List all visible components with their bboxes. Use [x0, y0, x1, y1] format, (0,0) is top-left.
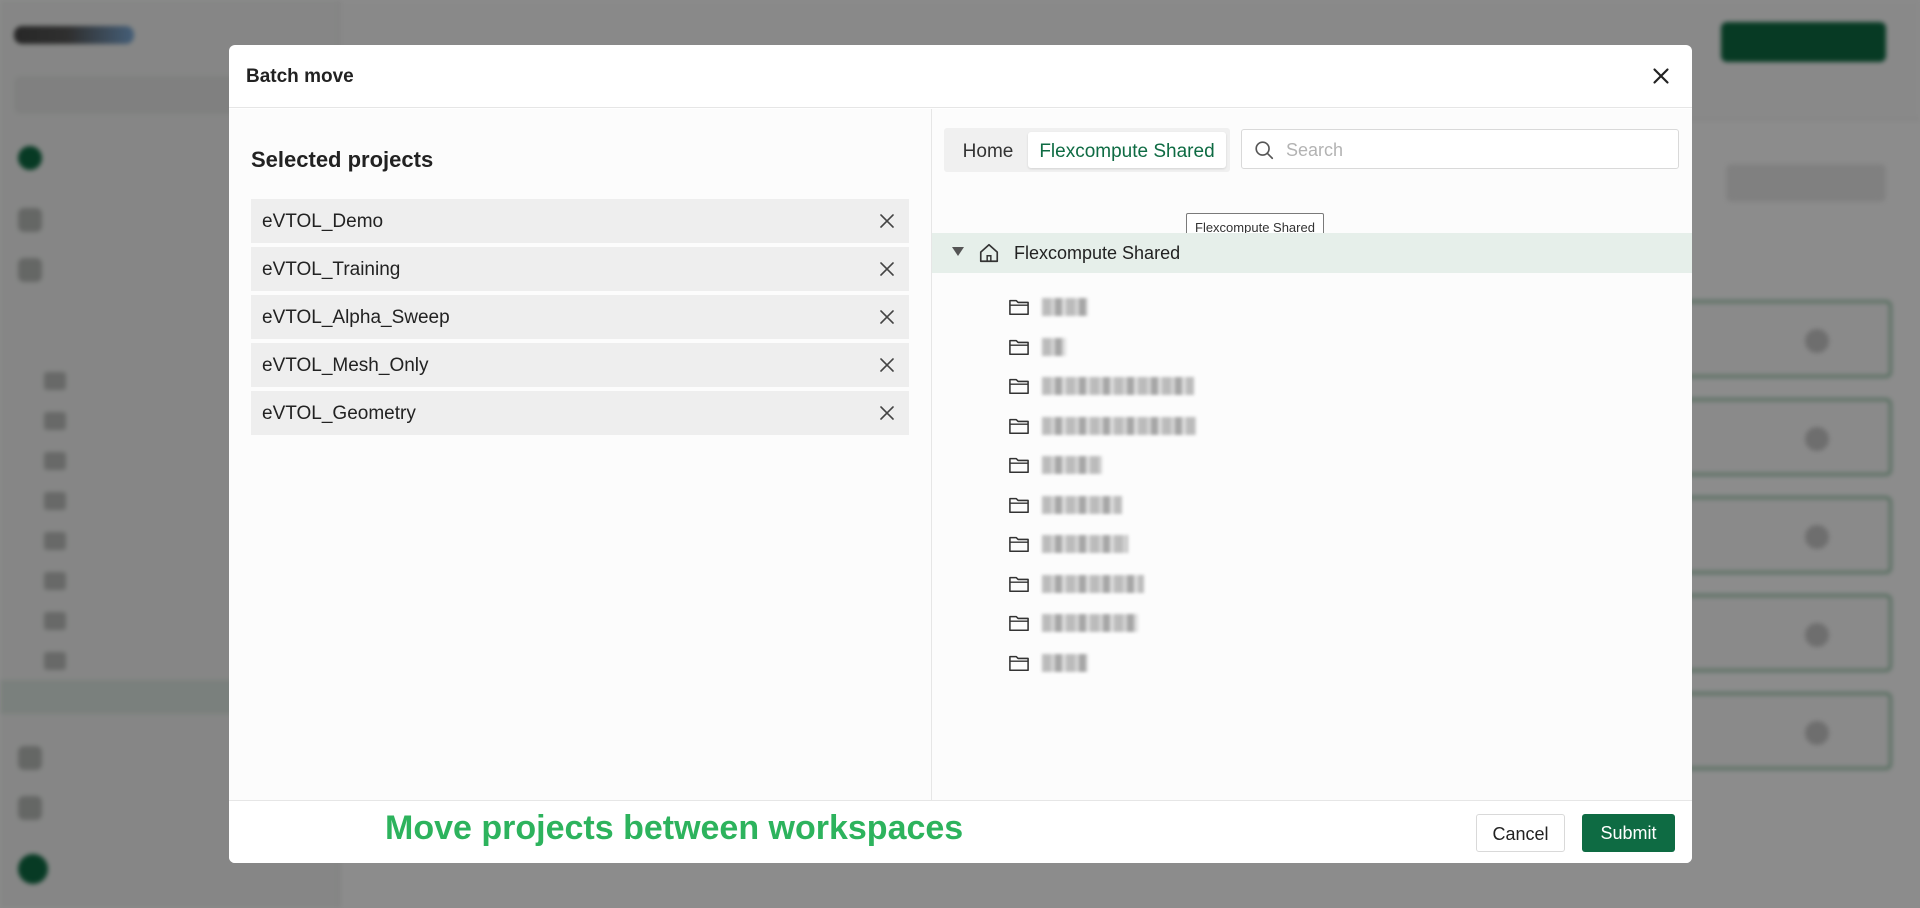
workspace-tabs: Home Flexcompute Shared [944, 128, 1230, 172]
selected-project-item: eVTOL_Geometry [251, 391, 909, 435]
selected-project-item: eVTOL_Alpha_Sweep [251, 295, 909, 339]
tree-folder-item[interactable] [1008, 570, 1328, 600]
tree-root-node[interactable]: Flexcompute Shared [932, 233, 1692, 273]
selected-project-item: eVTOL_Training [251, 247, 909, 291]
selected-project-item: eVTOL_Mesh_Only [251, 343, 909, 387]
tree-folder-item[interactable] [1008, 609, 1328, 639]
folder-icon [1009, 457, 1029, 474]
tree-folder-item[interactable] [1008, 530, 1328, 560]
selected-project-item: eVTOL_Demo [251, 199, 909, 243]
caret-down-icon[interactable] [952, 247, 964, 256]
remove-icon[interactable] [877, 259, 897, 279]
selected-projects-list: eVTOL_Demo eVTOL_Training eVTOL_Alpha_Sw… [251, 199, 909, 439]
tab-flexcompute-shared[interactable]: Flexcompute Shared [1028, 132, 1226, 168]
remove-icon[interactable] [877, 355, 897, 375]
tree-folder-item[interactable] [1008, 451, 1328, 481]
submit-button[interactable]: Submit [1582, 814, 1675, 852]
tree-folder-item[interactable] [1008, 649, 1328, 679]
tree-folder-item[interactable] [1008, 412, 1328, 442]
redacted-folder-name [1042, 574, 1144, 593]
redacted-folder-name [1042, 614, 1138, 632]
redacted-folder-name [1042, 495, 1122, 514]
close-icon[interactable] [1648, 63, 1674, 89]
dialog-header: Batch move [229, 45, 1692, 108]
tree-folder-item[interactable] [1008, 333, 1328, 363]
tree-root-label: Flexcompute Shared [1014, 243, 1181, 263]
home-icon [979, 243, 999, 263]
selected-projects-pane: Selected projects eVTOL_Demo eVTOL_Train… [229, 109, 932, 800]
project-name: eVTOL_Mesh_Only [262, 355, 429, 376]
tree-folder-item[interactable] [1008, 293, 1328, 323]
redacted-folder-name [1042, 298, 1088, 316]
folder-icon [1009, 576, 1029, 592]
project-name: eVTOL_Alpha_Sweep [262, 307, 450, 328]
cancel-button[interactable]: Cancel [1476, 814, 1565, 852]
redacted-folder-name [1042, 456, 1102, 474]
remove-icon[interactable] [877, 211, 897, 231]
remove-icon[interactable] [877, 403, 897, 423]
folder-icon [1009, 299, 1029, 316]
project-name: eVTOL_Training [262, 259, 401, 280]
tree-folder-item[interactable] [1008, 372, 1328, 402]
folder-icon [1009, 418, 1029, 434]
folder-icon [1009, 655, 1029, 671]
folder-icon [1009, 378, 1029, 395]
redacted-folder-name [1042, 377, 1194, 395]
folder-icon [1009, 615, 1029, 632]
redacted-folder-name [1042, 653, 1088, 672]
redacted-folder-name [1042, 337, 1066, 356]
folder-icon [1009, 536, 1029, 553]
redacted-folder-name [1042, 535, 1128, 553]
destination-pane: Home Flexcompute Shared Flexcompute Shar… [932, 109, 1692, 800]
caption-text: Move projects between workspaces [385, 809, 964, 847]
search-icon [1255, 141, 1274, 160]
folder-icon [1009, 497, 1029, 513]
folder-icon [1009, 339, 1029, 355]
selected-projects-heading: Selected projects [251, 147, 434, 172]
project-name: eVTOL_Geometry [262, 403, 416, 424]
redacted-folder-name [1042, 416, 1196, 435]
dialog-footer: Move projects between workspaces Cancel … [229, 800, 1692, 863]
tab-home[interactable]: Home [948, 132, 1028, 168]
batch-move-dialog: Batch move Selected projects eVTOL_Demo … [229, 45, 1692, 863]
search-input[interactable] [1286, 137, 1666, 163]
dialog-title: Batch move [246, 66, 354, 87]
remove-icon[interactable] [877, 307, 897, 327]
project-name: eVTOL_Demo [262, 211, 384, 232]
search-field [1241, 129, 1679, 169]
tree-folder-item[interactable] [1008, 491, 1328, 521]
